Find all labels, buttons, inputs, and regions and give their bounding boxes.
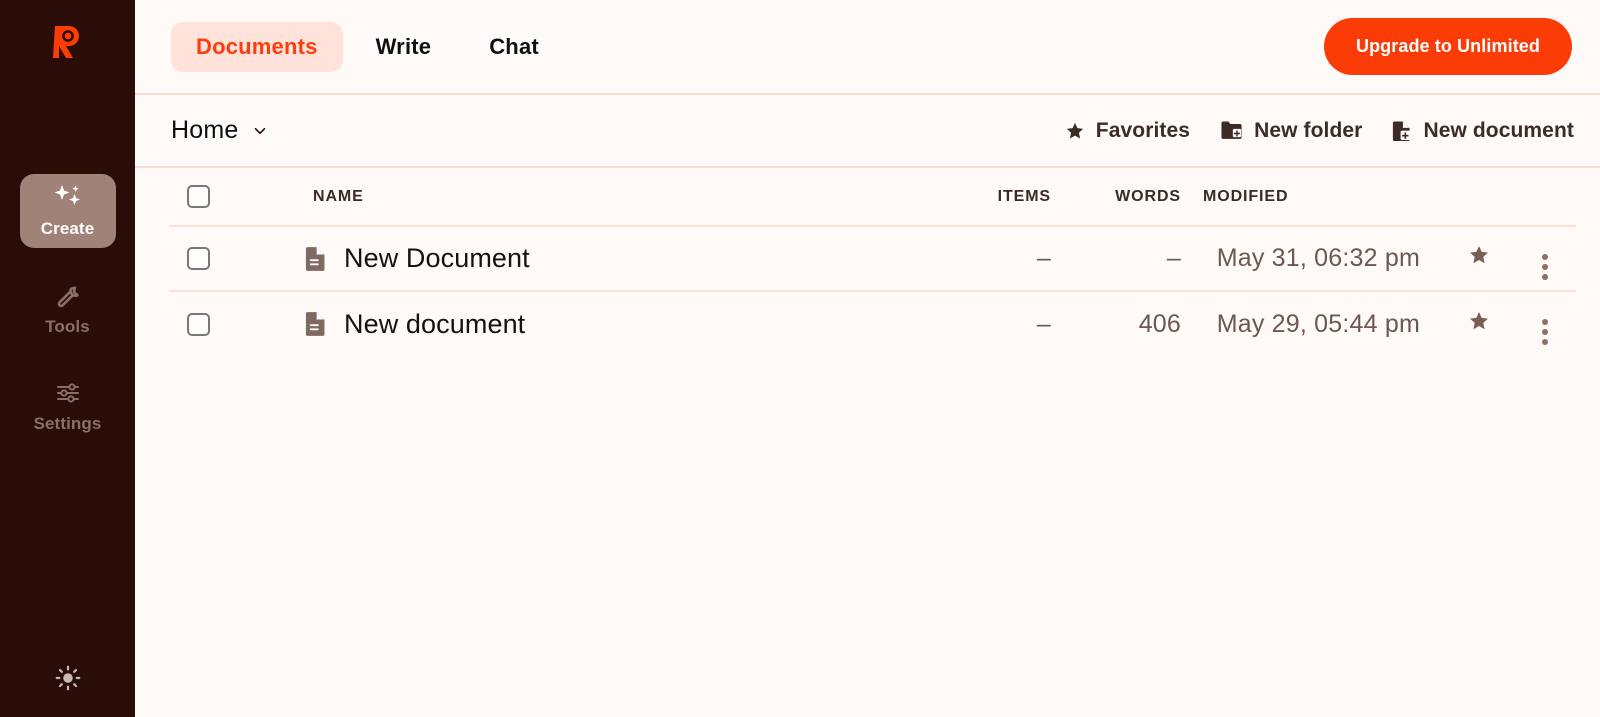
document-icon xyxy=(305,246,327,272)
table-row[interactable]: New Document – – May 31, 06:32 pm xyxy=(169,226,1576,291)
documents-table-container: NAME ITEMS WORDS MODIFIED New Document –… xyxy=(135,168,1600,717)
tab-documents[interactable]: Documents xyxy=(171,21,343,72)
row-favorite-cell xyxy=(1444,291,1514,356)
sidebar-item-settings[interactable]: Settings xyxy=(20,370,116,444)
toolbar-actions: Favorites New folder New document xyxy=(1065,119,1574,143)
column-header-items[interactable]: ITEMS xyxy=(934,168,1059,226)
breadcrumb[interactable]: Home xyxy=(171,116,269,145)
breadcrumb-label-home: Home xyxy=(171,116,239,144)
favorite-star-icon[interactable] xyxy=(1468,244,1490,266)
chevron-down-icon xyxy=(251,122,269,140)
row-checkbox[interactable] xyxy=(187,312,210,336)
column-header-name[interactable]: NAME xyxy=(253,168,934,226)
column-header-actions xyxy=(1514,168,1576,226)
top-navigation-bar: Documents Write Chat Upgrade to Unlimite… xyxy=(135,0,1600,95)
row-checkbox-wrap xyxy=(169,247,253,270)
row-checkbox[interactable] xyxy=(187,247,210,270)
select-all-cell xyxy=(169,168,253,226)
column-header-modified[interactable]: MODIFIED xyxy=(1189,168,1444,226)
sun-icon xyxy=(55,665,81,696)
sidebar-nav: Create Tools Settings xyxy=(0,174,135,444)
new-document-button[interactable]: New document xyxy=(1392,119,1574,143)
sidebar-item-label-tools: Tools xyxy=(45,316,90,336)
row-modified-value: May 31, 06:32 pm xyxy=(1216,244,1420,272)
row-actions-cell xyxy=(1514,291,1576,356)
sidebar-item-create[interactable]: Create xyxy=(19,174,116,248)
upgrade-to-unlimited-button[interactable]: Upgrade to Unlimited xyxy=(1323,18,1572,75)
new-folder-label: New folder xyxy=(1254,118,1363,142)
row-favorite-cell xyxy=(1444,226,1514,291)
sparkles-icon xyxy=(53,184,83,210)
documents-table: NAME ITEMS WORDS MODIFIED New Document –… xyxy=(169,168,1576,356)
more-options-icon[interactable] xyxy=(1542,253,1548,280)
document-icon xyxy=(305,311,327,337)
row-name-wrap: New document xyxy=(305,309,934,340)
row-checkbox-cell xyxy=(169,291,253,356)
favorite-star-icon[interactable] xyxy=(1468,310,1490,332)
new-folder-button[interactable]: New folder xyxy=(1220,119,1362,143)
row-name-cell[interactable]: New Document xyxy=(253,226,934,291)
file-plus-icon xyxy=(1392,120,1412,142)
rytr-r-logo-icon xyxy=(52,26,79,58)
favorites-label: Favorites xyxy=(1095,118,1191,142)
more-options-icon[interactable] xyxy=(1542,319,1548,345)
row-items-value: – xyxy=(1036,309,1051,338)
documents-toolbar: Home Favorites New folder New document xyxy=(135,95,1600,168)
sidebar: Create Tools Settings xyxy=(0,0,135,717)
main-content: Documents Write Chat Upgrade to Unlimite… xyxy=(135,0,1600,717)
folder-plus-icon xyxy=(1220,120,1243,141)
new-document-label: New document xyxy=(1423,118,1574,142)
table-body: New Document – – May 31, 06:32 pm New do… xyxy=(169,226,1576,356)
table-header-row: NAME ITEMS WORDS MODIFIED xyxy=(169,168,1576,226)
row-words-value: 406 xyxy=(1138,309,1181,338)
tab-chat[interactable]: Chat xyxy=(464,22,564,72)
column-header-words[interactable]: WORDS xyxy=(1059,168,1189,226)
row-checkbox-wrap xyxy=(169,312,253,336)
row-document-name: New document xyxy=(344,308,526,339)
row-name-wrap: New Document xyxy=(305,243,934,274)
row-words-value: – xyxy=(1166,244,1181,272)
app-root: Create Tools Settings Documents Write Ch… xyxy=(0,0,1600,717)
sidebar-item-label-create: Create xyxy=(40,218,95,238)
sidebar-item-tools[interactable]: Tools xyxy=(20,272,116,346)
sliders-icon xyxy=(55,381,81,405)
star-icon xyxy=(1065,121,1085,141)
select-all-wrap xyxy=(169,185,253,208)
row-name-cell[interactable]: New document xyxy=(253,291,934,356)
wrench-icon xyxy=(55,282,81,308)
main-tabs: Documents Write Chat xyxy=(171,21,564,72)
row-checkbox-cell xyxy=(169,226,253,291)
column-header-favorite xyxy=(1444,168,1514,226)
row-actions-cell xyxy=(1514,226,1576,291)
tab-write[interactable]: Write xyxy=(351,22,457,72)
table-head: NAME ITEMS WORDS MODIFIED xyxy=(169,168,1576,226)
app-logo[interactable] xyxy=(40,16,96,68)
select-all-checkbox[interactable] xyxy=(187,185,210,208)
row-document-name: New Document xyxy=(344,243,530,273)
favorites-button[interactable]: Favorites xyxy=(1065,119,1190,143)
sidebar-item-label-settings: Settings xyxy=(33,413,102,433)
row-items-value: – xyxy=(1036,244,1051,272)
theme-toggle-button[interactable] xyxy=(45,657,91,703)
row-modified-value: May 29, 05:44 pm xyxy=(1216,309,1420,338)
table-row[interactable]: New document – 406 May 29, 05:44 pm xyxy=(169,291,1576,356)
